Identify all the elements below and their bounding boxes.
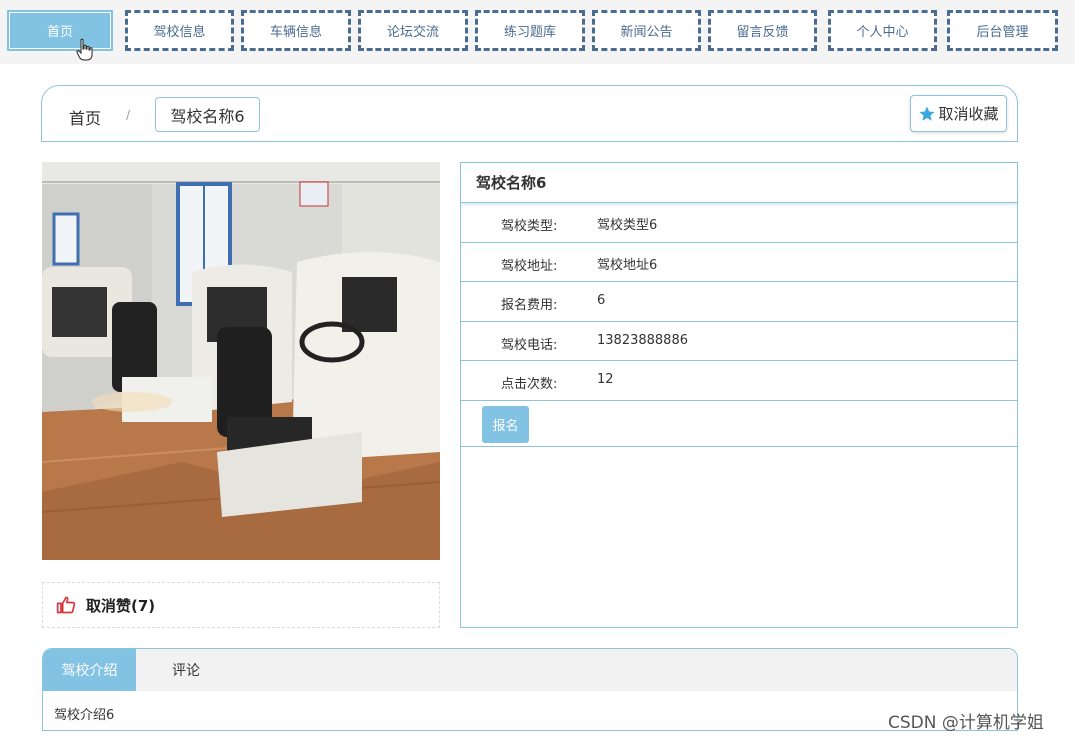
nav-item-driving-school[interactable]: 驾校信息 — [125, 10, 234, 51]
tab-introduction[interactable]: 驾校介绍 — [43, 649, 136, 691]
detail-row-phone: 驾校电话: 13823888886 — [461, 322, 1017, 361]
like-box[interactable]: 取消赞(7) — [42, 582, 440, 628]
breadcrumb-current: 驾校名称6 — [155, 97, 260, 132]
detail-title: 驾校名称6 — [461, 163, 1017, 203]
nav-item-forum[interactable]: 论坛交流 — [358, 10, 468, 51]
breadcrumb-separator: / — [126, 108, 131, 122]
detail-tabs: 驾校介绍 评论 驾校介绍6 — [42, 648, 1018, 731]
unfavorite-label: 取消收藏 — [938, 105, 999, 123]
nav-item-vehicles[interactable]: 车辆信息 — [241, 10, 351, 51]
detail-row-type: 驾校类型: 驾校类型6 — [461, 203, 1017, 243]
signup-button[interactable]: 报名 — [482, 405, 529, 443]
tab-comments[interactable]: 评论 — [136, 649, 236, 691]
watermark: CSDN @计算机学姐 — [888, 713, 1044, 733]
hand-pointer-icon — [76, 38, 93, 61]
tab-content: 驾校介绍6 — [54, 708, 115, 723]
unfavorite-button[interactable]: 取消收藏 — [910, 95, 1007, 132]
detail-row-address: 驾校地址: 驾校地址6 — [461, 243, 1017, 282]
thumbs-up-icon — [56, 596, 76, 614]
breadcrumb: 首页 / 驾校名称6 取消收藏 — [41, 85, 1018, 142]
detail-row-clicks: 点击次数: 12 — [461, 361, 1017, 401]
breadcrumb-home[interactable]: 首页 — [69, 105, 101, 129]
tab-header: 驾校介绍 评论 — [43, 649, 1017, 691]
detail-value: 驾校类型6 — [597, 218, 658, 233]
detail-key: 驾校类型: — [501, 219, 558, 234]
nav-item-feedback[interactable]: 留言反馈 — [708, 10, 817, 51]
detail-key: 驾校电话: — [501, 337, 558, 353]
nav-item-profile[interactable]: 个人中心 — [828, 10, 937, 51]
school-photo — [42, 162, 440, 560]
detail-value: 6 — [597, 293, 606, 308]
detail-value: 13823888886 — [597, 332, 688, 348]
signup-row: 报名 — [461, 401, 1017, 447]
detail-row-fee: 报名费用: 6 — [461, 282, 1017, 322]
nav-item-admin[interactable]: 后台管理 — [947, 10, 1058, 51]
unlike-label[interactable]: 取消赞(7) — [86, 595, 155, 616]
nav-item-news[interactable]: 新闻公告 — [592, 10, 701, 51]
detail-value: 驾校地址6 — [597, 257, 658, 273]
star-icon — [919, 106, 935, 121]
nav-item-question-bank[interactable]: 练习题库 — [475, 10, 585, 51]
top-nav: 首页 驾校信息 车辆信息 论坛交流 练习题库 新闻公告 留言反馈 个人中心 后台… — [0, 0, 1075, 64]
detail-key: 报名费用: — [501, 298, 558, 313]
detail-value: 12 — [597, 372, 614, 387]
detail-panel: 驾校名称6 驾校类型: 驾校类型6 驾校地址: 驾校地址6 报名费用: 6 驾校… — [460, 162, 1018, 628]
detail-key: 驾校地址: — [501, 258, 558, 274]
nav-item-home[interactable]: 首页 — [7, 10, 113, 51]
detail-key: 点击次数: — [501, 377, 558, 392]
